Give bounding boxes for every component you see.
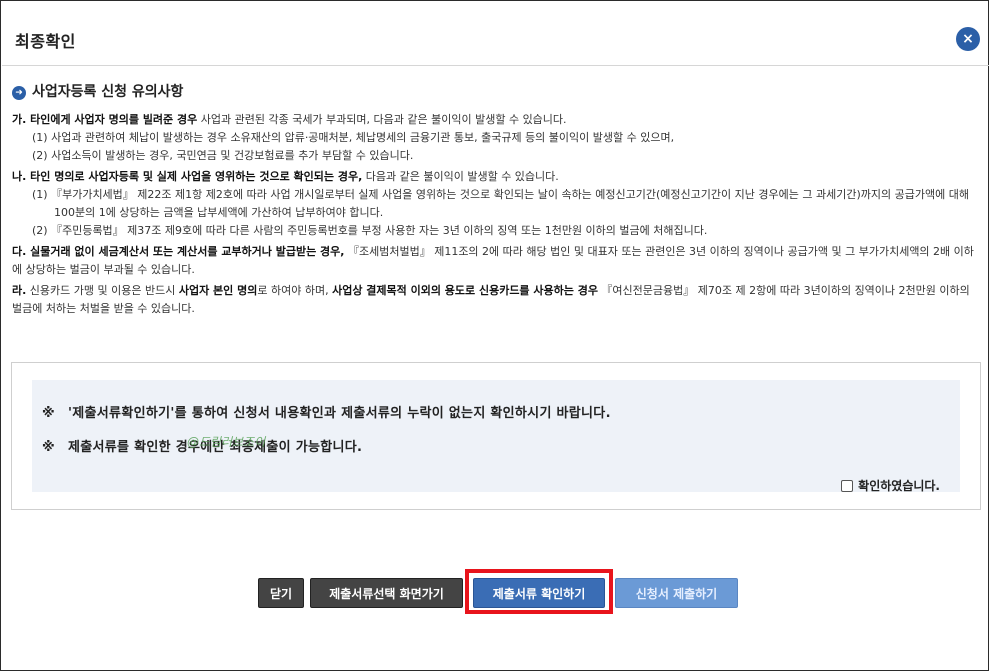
reference-mark-icon: ※ [42,440,55,455]
confirm-line-1: ※ '제출서류확인하기'를 통하여 신청서 내용확인과 제출서류의 누락이 없는지… [42,402,611,421]
confirm-checkbox-label[interactable]: 확인하였습니다. [858,477,940,494]
confirm-line-1-text: '제출서류확인하기'를 통하여 신청서 내용확인과 제출서류의 누락이 없는지 … [68,406,611,421]
notice-ga-text: 사업과 관련된 각종 국세가 부과되며, 다음과 같은 불이익이 발생할 수 있… [197,113,567,126]
notice-item-na: 나. 타인 명의로 사업자등록 및 실제 사업을 영위하는 것으로 확인되는 경… [12,168,980,240]
reference-mark-icon: ※ [42,406,55,421]
notice-item-da: 다. 실물거래 없이 세금계산서 또는 계산서를 교부하거나 발급받는 경우, … [12,243,980,279]
notice-na-sub2: (2) 『주민등록법』 제37조 제9호에 따라 다른 사람의 주민등록번호를 … [32,224,708,237]
close-button[interactable]: 닫기 [258,578,304,608]
goto-select-docs-button[interactable]: 제출서류선택 화면가기 [310,578,463,608]
notice-ra-text1: 신용카드 가맹 및 이용은 반드시 [26,284,179,297]
notice-list: 가. 타인에게 사업자 명의를 빌려준 경우 사업과 관련된 각종 국세가 부과… [12,111,980,321]
notice-na-sub1: (1) 『부가가치세법』 제22조 제1항 제2호에 따라 사업 개시일로부터 … [32,188,969,219]
arrow-bullet-icon: ➜ [12,86,26,100]
submit-application-button[interactable]: 신청서 제출하기 [615,578,738,608]
notice-ga-sub1: (1) 사업과 관련하여 체납이 발생하는 경우 소유재산의 압류·공매처분, … [32,131,675,144]
notice-ra-prefix: 라. [12,284,27,297]
section-title-text: 사업자등록 신청 유의사항 [32,84,184,100]
notice-ra-bold1: 사업자 본인 명의 [178,284,258,297]
notice-item-ra: 라. 신용카드 가맹 및 이용은 반드시 사업자 본인 명의로 하여야 하며, … [12,282,980,318]
notice-da-heading: 다. 실물거래 없이 세금계산서 또는 계산서를 교부하거나 발급받는 경우, [12,245,345,258]
notice-na-heading: 나. 타인 명의로 사업자등록 및 실제 사업을 영위하는 것으로 확인되는 경… [12,170,363,183]
close-icon[interactable]: × [956,27,980,51]
confirm-checkbox[interactable] [841,479,854,492]
dialog: 최종확인 × ➜ 사업자등록 신청 유의사항 가. 타인에게 사업자 명의를 빌려… [0,0,989,671]
notice-ra-bold2: 사업상 결제목적 이외의 용도로 신용카드를 사용하는 경우 [332,284,598,297]
confirm-message-area: ※ '제출서류확인하기'를 통하여 신청서 내용확인과 제출서류의 누락이 없는지… [32,380,960,494]
notice-na-text: 다음과 같은 불이익이 발생할 수 있습니다. [362,170,559,183]
notice-ga-heading: 가. 타인에게 사업자 명의를 빌려준 경우 [12,113,198,126]
watermark-text: @드림러브조이 [187,435,266,449]
notice-ga-sub2: (2) 사업소득이 발생하는 경우, 국민연금 및 건강보험료를 추가 부담할 … [32,149,414,162]
dialog-header: 최종확인 × [2,2,989,66]
highlight-box [465,569,613,614]
confirm-checkbox-row[interactable]: 확인하였습니다. [841,477,940,494]
section-title: ➜ 사업자등록 신청 유의사항 [12,81,183,101]
notice-ra-text2: 로 하여야 하며, [257,284,333,297]
notice-item-ga: 가. 타인에게 사업자 명의를 빌려준 경우 사업과 관련된 각종 국세가 부과… [12,111,980,165]
dialog-title: 최종확인 [15,32,76,51]
confirm-panel: ※ '제출서류확인하기'를 통하여 신청서 내용확인과 제출서류의 누락이 없는지… [11,362,981,510]
